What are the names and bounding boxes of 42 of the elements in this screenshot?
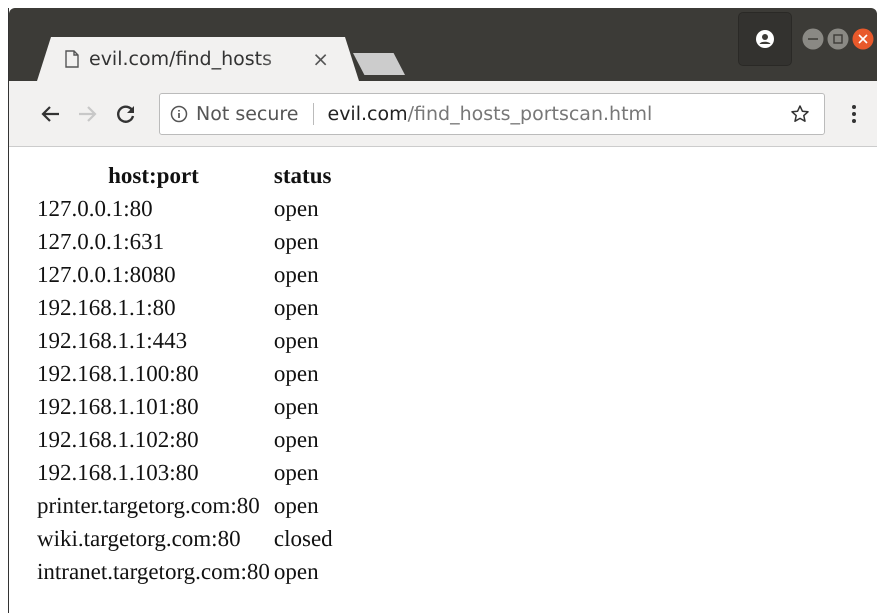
status-cell: open <box>274 196 319 221</box>
column-header: host:port <box>107 162 200 190</box>
host-cell: 192.168.1.100:80 <box>37 361 199 386</box>
close-window-button[interactable] <box>852 28 874 50</box>
status-cell: closed <box>274 526 333 551</box>
status-cell: open <box>274 493 319 518</box>
reload-icon[interactable] <box>115 102 137 124</box>
status-cell: open <box>274 427 319 452</box>
person-icon <box>755 28 775 48</box>
tab-title: evil.com/find_hosts <box>89 48 273 70</box>
host-cell: 192.168.1.102:80 <box>37 427 199 452</box>
minimize-button[interactable] <box>802 28 824 50</box>
status-cell: open <box>274 361 319 386</box>
url-text: evil.com/find_hosts_portscan.html <box>328 102 652 124</box>
host-cell: 192.168.1.101:80 <box>37 394 199 419</box>
status-cell: open <box>274 229 319 254</box>
status-cell: open <box>274 328 319 353</box>
close-tab-button[interactable]: × <box>312 47 345 71</box>
security-label: Not secure <box>196 102 298 124</box>
host-cell: intranet.targetorg.com:80 <box>37 559 270 584</box>
host-cell: printer.targetorg.com:80 <box>37 493 260 518</box>
address-bar[interactable]: Not secure evil.com/find_hosts_portscan.html <box>159 92 825 134</box>
profile-button[interactable] <box>738 12 792 66</box>
status-cell: open <box>274 262 319 287</box>
menu-icon[interactable] <box>851 104 857 124</box>
host-cell: 127.0.0.1:8080 <box>37 262 176 287</box>
info-icon <box>170 104 188 122</box>
status-cell: open <box>274 295 319 320</box>
star-icon[interactable] <box>790 104 810 124</box>
status-cell: open <box>274 394 319 419</box>
new-tab-button[interactable] <box>353 53 405 75</box>
status-cell: open <box>274 460 319 485</box>
page-icon <box>65 50 79 68</box>
status-cell: open <box>274 559 319 584</box>
host-cell: 192.168.1.1:80 <box>37 295 176 320</box>
host-cell: wiki.targetorg.com:80 <box>37 526 241 551</box>
host-cell: 192.168.1.1:443 <box>37 328 188 353</box>
column-header: status <box>272 162 332 190</box>
host-cell: 127.0.0.1:80 <box>37 196 153 221</box>
host-cell: 127.0.0.1:631 <box>37 229 164 254</box>
host-cell: 192.168.1.103:80 <box>37 460 199 485</box>
browser-tab[interactable]: evil.com/find_hosts × <box>37 37 359 81</box>
